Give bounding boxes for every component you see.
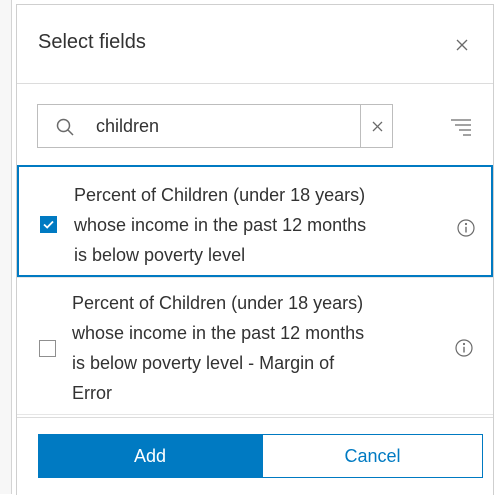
field-label: Percent of Children (under 18 years) who…	[72, 288, 442, 408]
field-label-line: whose income in the past 12 months	[74, 215, 367, 235]
search-box	[37, 104, 393, 148]
dialog-title: Select fields	[38, 31, 146, 53]
close-icon	[456, 39, 468, 51]
field-label-line: is below poverty level	[74, 245, 246, 265]
field-checkbox-unchecked[interactable]	[39, 340, 56, 357]
field-label-line: is below poverty level - Margin of	[72, 353, 335, 373]
cancel-button[interactable]: Cancel	[262, 434, 483, 478]
field-label-line: Percent of Children (under 18 years)	[72, 293, 364, 313]
add-button[interactable]: Add	[38, 434, 262, 478]
field-label-line: Percent of Children (under 18 years)	[74, 185, 366, 205]
select-fields-dialog: Select fields children Percent of Childr…	[16, 4, 494, 495]
field-list-item[interactable]: Percent of Children (under 18 years) who…	[17, 277, 493, 415]
search-input[interactable]	[96, 105, 356, 147]
field-label-line: whose income in the past 12 months	[72, 323, 365, 343]
checkmark-icon	[43, 220, 54, 229]
search-row	[17, 84, 493, 166]
field-list-item[interactable]: Percent of Children (under 18 years) who…	[17, 165, 493, 277]
close-button[interactable]	[450, 33, 474, 57]
info-icon[interactable]	[456, 218, 476, 238]
search-icon	[56, 118, 74, 136]
field-checkbox-checked[interactable]	[40, 216, 57, 233]
dialog-footer: Add Cancel	[17, 417, 493, 496]
filter-icon	[451, 119, 471, 136]
clear-search-button[interactable]	[360, 105, 394, 147]
left-panel-edge	[0, 0, 12, 494]
info-icon[interactable]	[454, 338, 474, 358]
clear-icon	[372, 121, 383, 131]
filter-options-button[interactable]	[449, 117, 473, 137]
field-label-line: Error	[72, 383, 112, 403]
field-label: Percent of Children (under 18 years) who…	[74, 180, 444, 270]
dialog-header: Select fields	[17, 5, 493, 84]
